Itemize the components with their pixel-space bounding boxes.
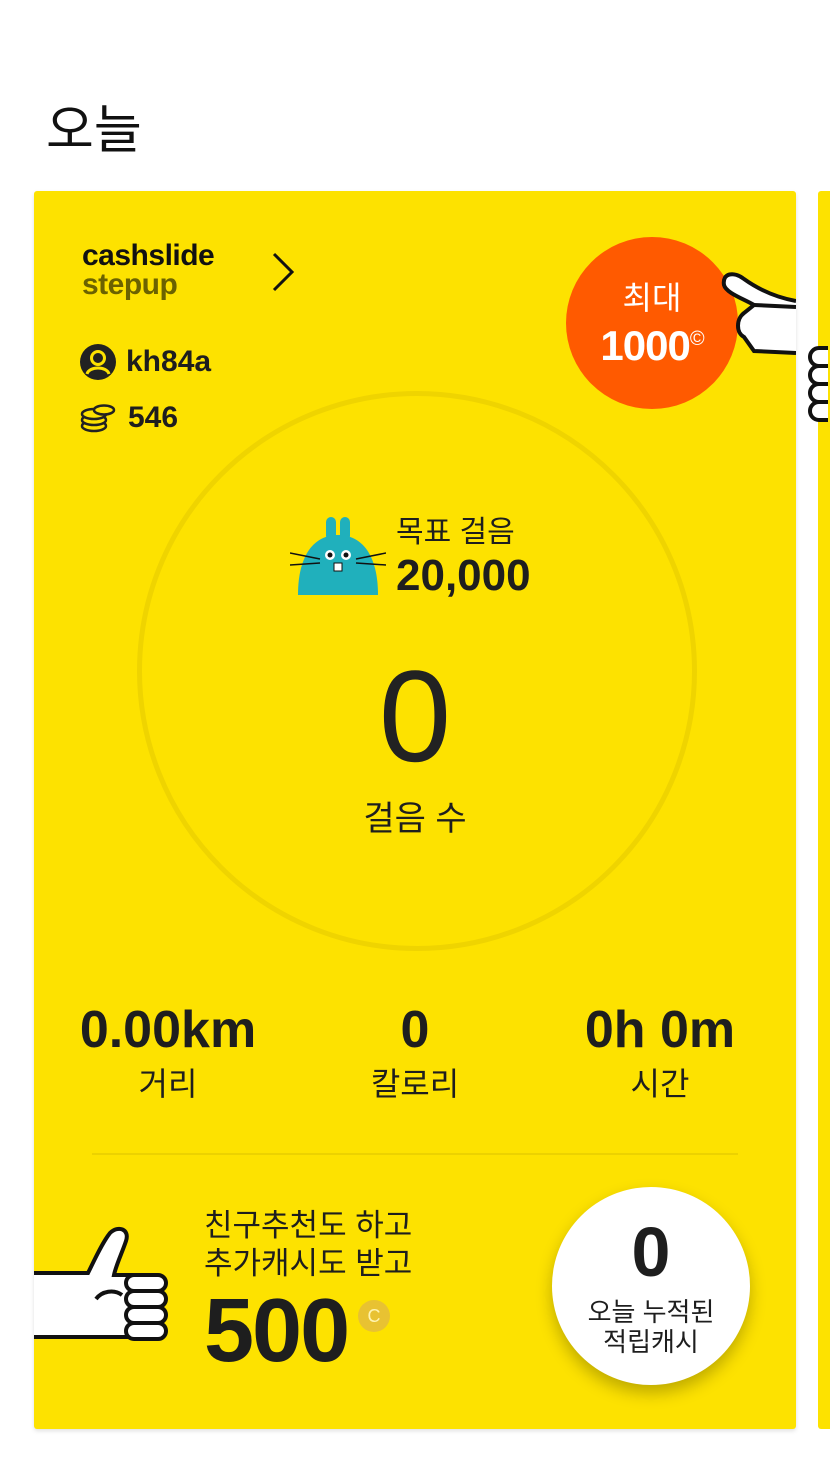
brand-link[interactable]: cashslide stepup (82, 239, 215, 301)
brand-name: cashslide (82, 239, 215, 272)
stat-label: 시간 (630, 1066, 690, 1102)
coin-icon: C (358, 1300, 390, 1332)
thumbs-up-icon (34, 1226, 168, 1341)
max-reward-badge[interactable]: 최대 1000© (566, 237, 738, 409)
user-row: kh84a (80, 344, 211, 380)
promo-line-2: 추가캐시도 받고 (204, 1246, 413, 1281)
goal-value: 20,000 (396, 551, 531, 600)
chevron-right-icon[interactable] (270, 251, 296, 293)
hand-icon (721, 272, 796, 355)
max-reward-label: 최대 (622, 280, 682, 316)
coin-balance: 546 (128, 401, 179, 434)
stat-value: 0 (400, 1001, 430, 1059)
today-cash-button[interactable]: 0 오늘 누적된 적립캐시 (552, 1187, 750, 1385)
promo-amount[interactable]: 500 (204, 1283, 350, 1379)
today-cash-value: 0 (631, 1213, 671, 1291)
promo-line-1: 친구추천도 하고 (204, 1208, 413, 1243)
stat-label: 거리 (138, 1066, 198, 1102)
step-count: 0 (378, 643, 452, 789)
stat-calories: 0 칼로리 (295, 999, 535, 1107)
coin-row: 546 (80, 401, 178, 435)
stat-distance: 0.00km 거리 (48, 999, 288, 1107)
next-card-peek[interactable] (808, 191, 830, 1429)
goal-label: 목표 걸음 (396, 516, 515, 549)
username: kh84a (126, 345, 212, 378)
stat-value: 0.00km (79, 1001, 257, 1059)
step-card[interactable]: cashslide stepup kh84a 546 최대 1000© 목표 걸… (34, 191, 796, 1429)
coins-icon (80, 404, 116, 433)
today-cash-label: 오늘 누적된 (587, 1297, 715, 1327)
hand-icon (808, 346, 828, 422)
page-title: 오늘 (46, 102, 142, 160)
divider (92, 1153, 738, 1155)
stat-label: 칼로리 (370, 1066, 460, 1102)
user-icon (80, 344, 116, 380)
stat-time: 0h 0m 시간 (540, 999, 780, 1107)
bunny-icon (290, 517, 386, 595)
today-cash-label-2: 적립캐시 (603, 1327, 699, 1357)
max-reward-value: 1000© (600, 322, 705, 369)
coin-symbol: © (689, 328, 705, 350)
stat-value: 0h 0m (584, 1001, 736, 1059)
brand-subname: stepup (82, 268, 178, 301)
step-count-label: 걸음 수 (363, 800, 467, 838)
